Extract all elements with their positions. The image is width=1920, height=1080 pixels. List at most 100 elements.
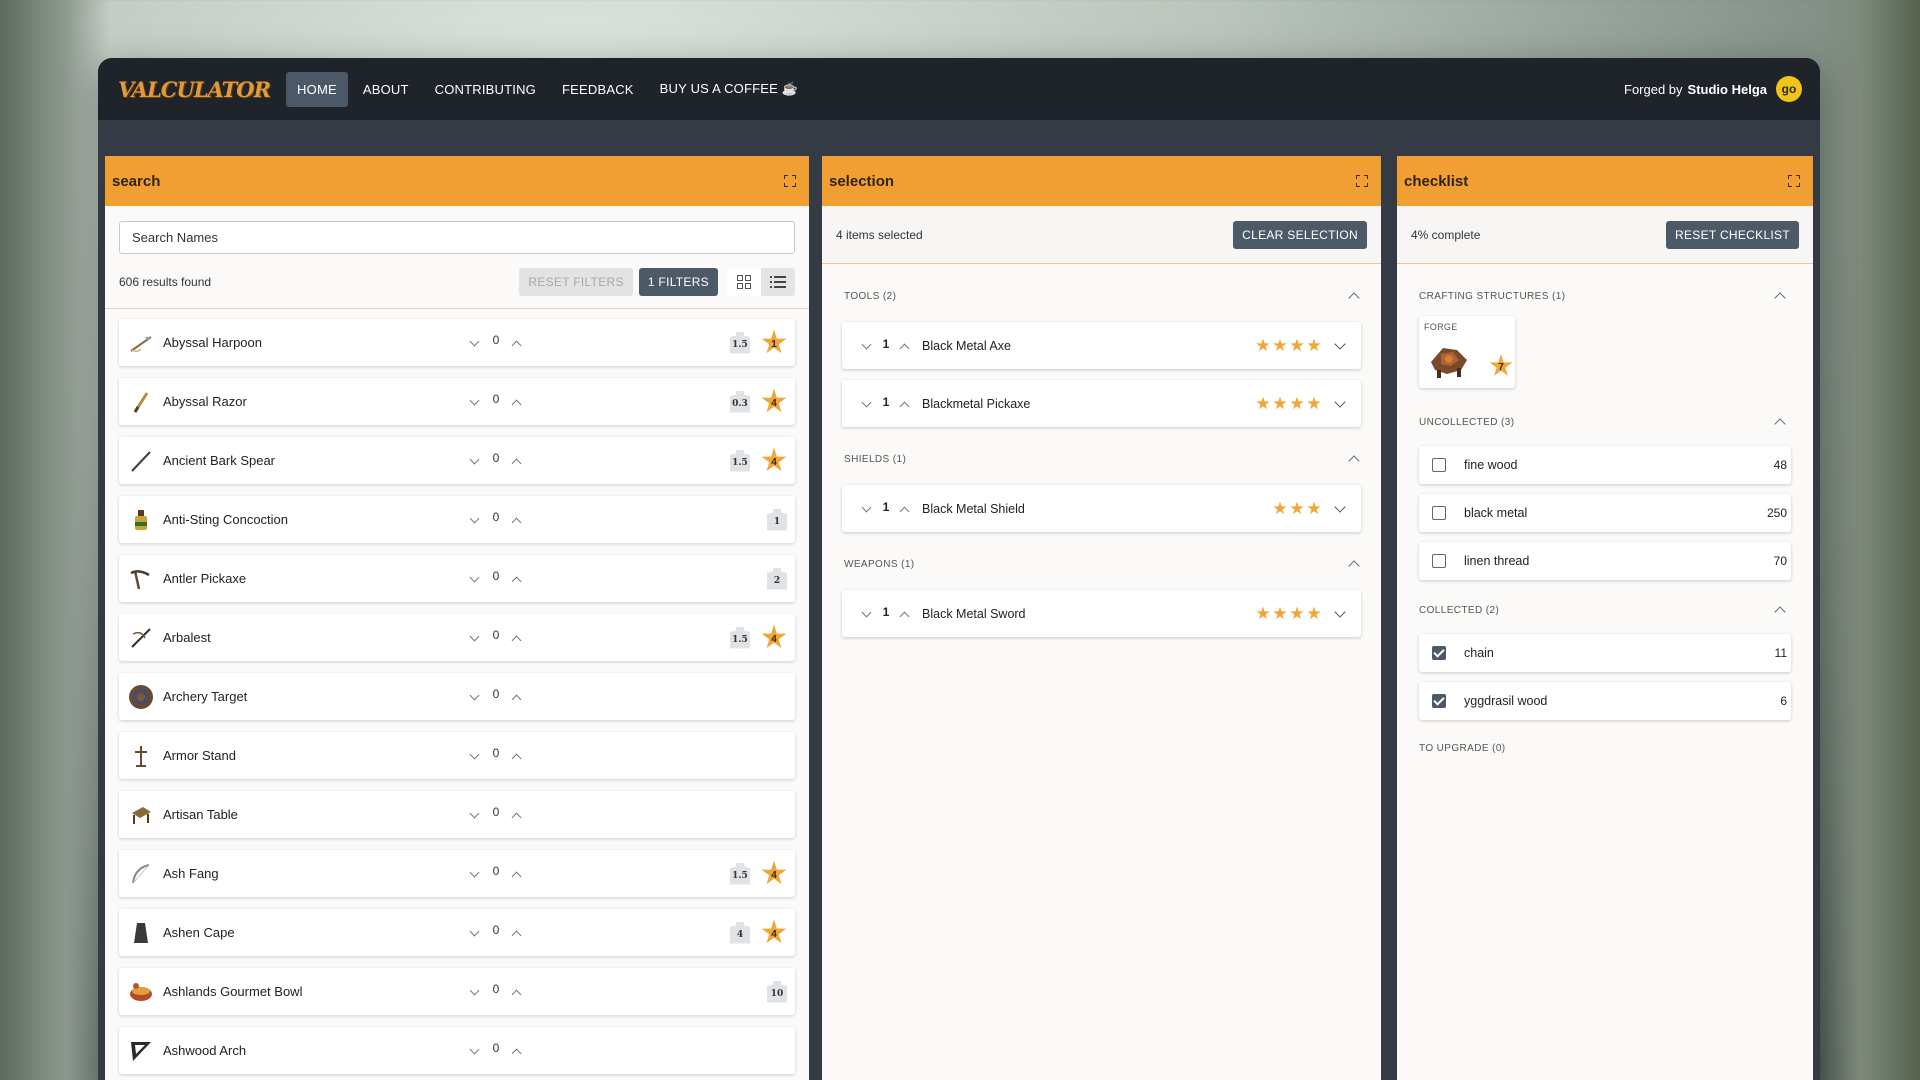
list-item[interactable]: Antler Pickaxe 0 2 [119,555,795,602]
quality-stars[interactable] [1256,396,1321,411]
checklist-item[interactable]: chain 11 [1419,634,1791,672]
nav-buy-coffee[interactable]: BUY US A COFFEE ☕ [649,71,810,107]
list-item[interactable]: Abyssal Harpoon 0 1.5 1 [119,319,795,366]
chevron-down-icon[interactable] [1333,607,1347,621]
quality-stars[interactable] [1256,338,1321,353]
chevron-down-icon[interactable] [468,749,482,763]
chevron-up-icon[interactable] [1347,289,1361,303]
chevron-up-icon[interactable] [510,690,524,704]
star-icon[interactable] [1256,396,1270,410]
checklist-item[interactable]: black metal 250 [1419,494,1791,532]
star-icon[interactable] [1256,338,1270,352]
chevron-up-icon[interactable] [1773,603,1787,617]
chevron-down-icon[interactable] [860,397,874,411]
studio-name[interactable]: Studio Helga [1688,82,1767,97]
chevron-down-icon[interactable] [468,690,482,704]
chevron-up-icon[interactable] [510,749,524,763]
star-icon[interactable] [1273,606,1287,620]
studio-logo-icon[interactable]: go [1776,76,1802,102]
chevron-up-icon[interactable] [510,454,524,468]
star-icon[interactable] [1256,606,1270,620]
selected-item[interactable]: 1 Black Metal Shield [842,485,1361,532]
chevron-down-icon[interactable] [1333,339,1347,353]
list-item[interactable]: Ancient Bark Spear 0 1.5 4 [119,437,795,484]
list-item[interactable]: Anti-Sting Concoction 0 1 [119,496,795,543]
reset-checklist-button[interactable]: RESET CHECKLIST [1666,220,1799,249]
grid-view-button[interactable] [727,268,761,296]
chevron-down-icon[interactable] [468,395,482,409]
forge-card[interactable]: FORGE 7 [1419,316,1515,388]
star-icon[interactable] [1273,501,1287,515]
chevron-up-icon[interactable] [510,985,524,999]
search-input[interactable]: Search Names [119,221,795,254]
chevron-down-icon[interactable] [468,867,482,881]
chevron-down-icon[interactable] [860,607,874,621]
chevron-up-icon[interactable] [898,607,912,621]
chevron-up-icon[interactable] [1773,415,1787,429]
list-view-button[interactable] [761,268,795,296]
selection-section-header[interactable]: WEAPONS (1) [822,544,1381,584]
expand-icon[interactable] [1356,175,1368,187]
chevron-up-icon[interactable] [1773,289,1787,303]
nav-home[interactable]: HOME [286,71,348,107]
nav-about[interactable]: ABOUT [352,72,420,107]
star-icon[interactable] [1307,501,1321,515]
chevron-up-icon[interactable] [510,631,524,645]
star-icon[interactable] [1290,501,1304,515]
list-item[interactable]: Abyssal Razor 0 0.3 4 [119,378,795,425]
star-icon[interactable] [1307,606,1321,620]
chevron-up-icon[interactable] [510,867,524,881]
expand-icon[interactable] [1788,175,1800,187]
checklist-item[interactable]: yggdrasil wood 6 [1419,682,1791,720]
chevron-up-icon[interactable] [898,397,912,411]
chevron-down-icon[interactable] [860,502,874,516]
chevron-down-icon[interactable] [468,631,482,645]
chevron-up-icon[interactable] [1347,557,1361,571]
selection-section-header[interactable]: TOOLS (2) [822,276,1381,316]
chevron-down-icon[interactable] [468,1044,482,1058]
nav-contributing[interactable]: CONTRIBUTING [424,72,547,107]
quality-stars[interactable] [1273,501,1321,516]
chevron-down-icon[interactable] [468,985,482,999]
list-item[interactable]: Ashwood Arch 0 [119,1027,795,1074]
chevron-down-icon[interactable] [468,572,482,586]
chevron-down-icon[interactable] [468,808,482,822]
list-item[interactable]: Ash Fang 0 1.5 4 [119,850,795,897]
list-item[interactable]: Ashen Cape 0 4 4 [119,909,795,956]
chevron-down-icon[interactable] [468,513,482,527]
checkbox[interactable] [1432,554,1446,568]
chevron-up-icon[interactable] [510,395,524,409]
chevron-down-icon[interactable] [1333,502,1347,516]
star-icon[interactable] [1290,606,1304,620]
selected-item[interactable]: 1 Black Metal Sword [842,590,1361,637]
star-icon[interactable] [1290,338,1304,352]
chevron-up-icon[interactable] [510,513,524,527]
chevron-down-icon[interactable] [860,339,874,353]
chevron-up-icon[interactable] [510,926,524,940]
checklist-item[interactable]: fine wood 48 [1419,446,1791,484]
nav-feedback[interactable]: FEEDBACK [551,72,645,107]
list-item[interactable]: Armor Stand 0 [119,732,795,779]
star-icon[interactable] [1273,396,1287,410]
expand-icon[interactable] [784,175,796,187]
reset-filters-button[interactable]: RESET FILTERS [519,268,633,296]
chevron-up-icon[interactable] [510,336,524,350]
filters-button[interactable]: 1 FILTERS [638,268,718,296]
section-crafting-structures[interactable]: CRAFTING STRUCTURES (1) [1397,276,1813,316]
selected-item[interactable]: 1 Blackmetal Pickaxe [842,380,1361,427]
chevron-up-icon[interactable] [510,808,524,822]
checkbox[interactable] [1432,694,1446,708]
selection-section-header[interactable]: SHIELDS (1) [822,439,1381,479]
list-item[interactable]: Ashlands Gourmet Bowl 0 10 [119,968,795,1015]
chevron-down-icon[interactable] [468,454,482,468]
chevron-up-icon[interactable] [898,502,912,516]
chevron-down-icon[interactable] [468,336,482,350]
app-logo[interactable]: VALCULATOR [118,77,271,102]
chevron-down-icon[interactable] [1333,397,1347,411]
quality-stars[interactable] [1256,606,1321,621]
chevron-up-icon[interactable] [510,1044,524,1058]
chevron-up-icon[interactable] [510,572,524,586]
chevron-down-icon[interactable] [468,926,482,940]
checklist-item[interactable]: linen thread 70 [1419,542,1791,580]
section-to-upgrade[interactable]: TO UPGRADE (0) [1397,728,1813,768]
